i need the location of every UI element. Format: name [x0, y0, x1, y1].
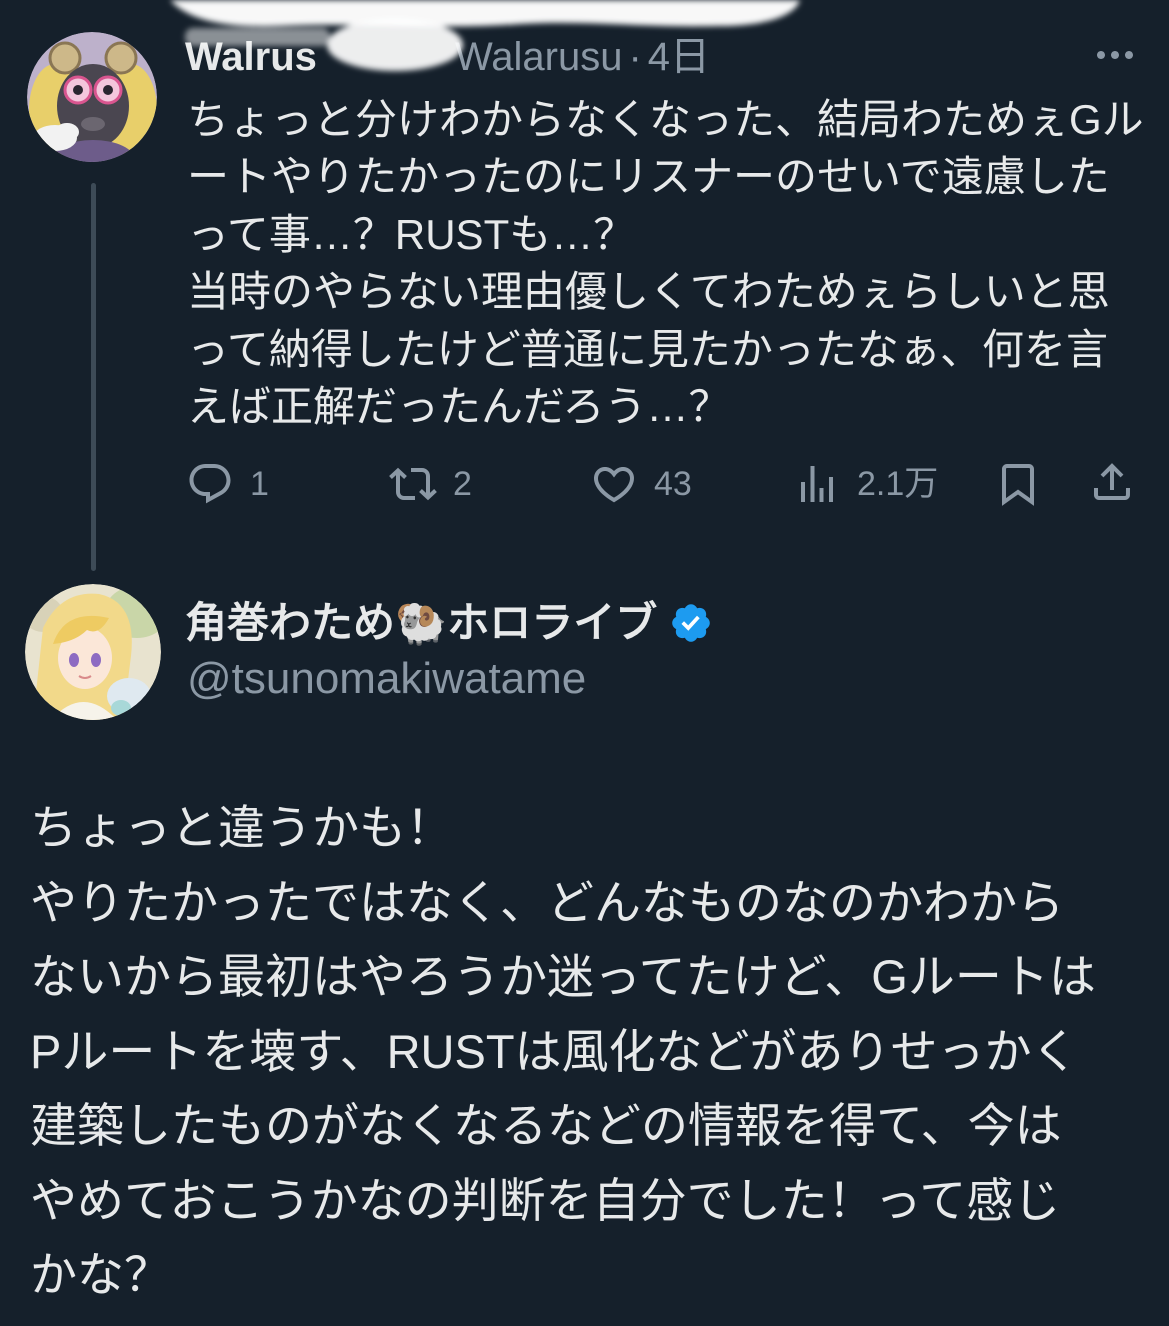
tweet-time[interactable]: 4日	[648, 35, 710, 79]
avatar[interactable]	[25, 584, 161, 720]
tweet-text-line: って事…？RUSTも…？	[187, 210, 636, 258]
tweet-text-line: やめておこうかなの判断を自分でした！って感じ	[30, 1173, 1061, 1227]
author-handle[interactable]: @tsunomakiwatame	[187, 654, 586, 704]
tweet-text-line: 当時のやらない理由優しくてわためぇらしいと思	[187, 268, 1110, 316]
bookmark-button[interactable]	[994, 460, 1042, 508]
tweet-text-line: Pルートを壊す、RUSTは風化などがありせっかく	[30, 1024, 1079, 1078]
repost-icon	[389, 460, 437, 508]
main-tweet-text: ちょっと違うかも！ やりたかったではなく、どんなものなのかわから ないから最初は…	[30, 791, 1150, 1313]
author-handle[interactable]: Walarusu	[455, 35, 622, 79]
verified-badge-icon	[669, 601, 713, 645]
reply-button[interactable]: 1	[186, 460, 269, 508]
views-count: 2.1万	[857, 465, 939, 503]
tweet-text-line: って納得したけど普通に見たかったなぁ、何を言	[187, 325, 1109, 373]
meta-separator: ·	[628, 35, 642, 79]
tweet-text-line: かな？	[30, 1248, 171, 1301]
like-count: 43	[654, 465, 692, 503]
tweet-text-line: やりたかったではなく、どんなものなのかわから	[30, 875, 1064, 929]
tweet-text-line: えば正解だったんだろう…？	[187, 383, 731, 431]
avatar-anime-girl-illustration	[25, 584, 161, 720]
more-horizontal-icon	[1091, 31, 1139, 79]
heart-icon	[590, 460, 638, 508]
tweet-text-line: ちょっと分けわからなくなった、結局わためぇGル	[187, 96, 1144, 143]
parent-tweet-text: ちょっと分けわからなくなった、結局わためぇGル ートやりたかったのにリスナーのせ…	[187, 91, 1147, 435]
like-button[interactable]: 43	[590, 460, 692, 508]
bookmark-icon	[994, 460, 1042, 508]
repost-count: 2	[453, 465, 472, 503]
share-icon	[1088, 458, 1136, 506]
avatar[interactable]	[27, 32, 157, 162]
tweet-text-line: ちょっと違うかも！	[30, 801, 453, 854]
author-name-row: 角巻わため🐏ホロライブ	[185, 598, 713, 648]
tweet-text-line: 建築したものがなくなるなどの情報を得て、今は	[30, 1099, 1062, 1152]
author-name[interactable]: 角巻わため🐏ホロライブ	[185, 598, 657, 648]
tweet-text-line: ないから最初はやろうか迷ってたけど、Gルートは	[30, 950, 1096, 1003]
avatar-walrus-illustration	[27, 32, 157, 162]
author-meta: Walarusu · 4日	[455, 33, 716, 81]
reply-icon	[186, 460, 234, 508]
share-button[interactable]	[1088, 458, 1136, 506]
repost-button[interactable]: 2	[389, 460, 472, 508]
author-name[interactable]: Walrus	[185, 33, 317, 81]
tweet-text-line: ートやりたかったのにリスナーのせいで遠慮した	[187, 153, 1110, 201]
thread-line	[91, 183, 96, 571]
reply-count: 1	[250, 465, 269, 503]
views-button[interactable]: 2.1万	[793, 460, 938, 508]
views-chart-icon	[793, 460, 841, 508]
more-button[interactable]	[1091, 31, 1139, 79]
